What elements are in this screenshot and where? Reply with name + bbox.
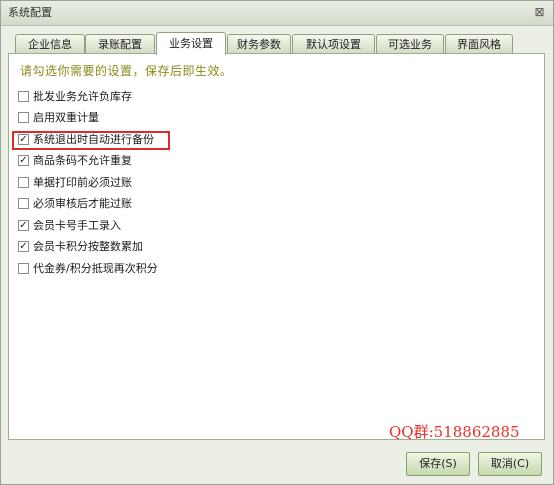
checkbox[interactable] <box>18 263 29 274</box>
qq-group-watermark: QQ群:518862885 <box>389 423 520 441</box>
tab-ui-style[interactable]: 界面风格 <box>445 34 513 53</box>
option-label: 代金券/积分抵现再次积分 <box>33 262 158 275</box>
option-label: 系统退出时自动进行备份 <box>33 133 154 146</box>
checkbox[interactable] <box>18 91 29 102</box>
option-label: 会员卡积分按整数累加 <box>33 240 143 253</box>
window-title: 系统配置 <box>8 6 52 19</box>
tab-entry-config[interactable]: 录账配置 <box>85 34 155 53</box>
option-label: 会员卡号手工录入 <box>33 219 121 232</box>
close-icon[interactable]: ⊠ <box>533 6 546 19</box>
cancel-button[interactable]: 取消(C) <box>478 452 542 476</box>
checkbox-checked[interactable]: ✓ <box>18 220 29 231</box>
settings-hint: 请勾选你需要的设置，保存后即生效。 <box>20 64 233 78</box>
checkbox[interactable] <box>18 198 29 209</box>
tab-company-info[interactable]: 企业信息 <box>15 34 85 53</box>
title-bar[interactable]: 系统配置 ⊠ <box>1 1 553 26</box>
tab-business-settings[interactable]: 业务设置 <box>156 32 226 55</box>
option-label: 单据打印前必须过账 <box>33 176 132 189</box>
checkbox-checked[interactable]: ✓ <box>18 134 29 145</box>
tab-default-settings[interactable]: 默认项设置 <box>292 34 375 53</box>
config-dialog: 系统配置 ⊠ 企业信息 录账配置 业务设置 财务参数 默认项设置 可选业务 界面… <box>0 0 554 485</box>
tab-finance-params[interactable]: 财务参数 <box>227 34 291 53</box>
save-button[interactable]: 保存(S) <box>406 452 470 476</box>
option-label: 启用双重计量 <box>33 111 99 124</box>
checkbox[interactable] <box>18 112 29 123</box>
option-label: 必须审核后才能过账 <box>33 197 132 210</box>
tab-optional-business[interactable]: 可选业务 <box>376 34 444 53</box>
checkbox-checked[interactable]: ✓ <box>18 155 29 166</box>
business-settings-panel: 请勾选你需要的设置，保存后即生效。 批发业务允许负库存 启用双重计量 ✓ 系统退… <box>8 53 545 440</box>
checkbox-checked[interactable]: ✓ <box>18 241 29 252</box>
option-label: 批发业务允许负库存 <box>33 90 132 103</box>
option-label: 商品条码不允许重复 <box>33 154 132 167</box>
checkbox[interactable] <box>18 177 29 188</box>
